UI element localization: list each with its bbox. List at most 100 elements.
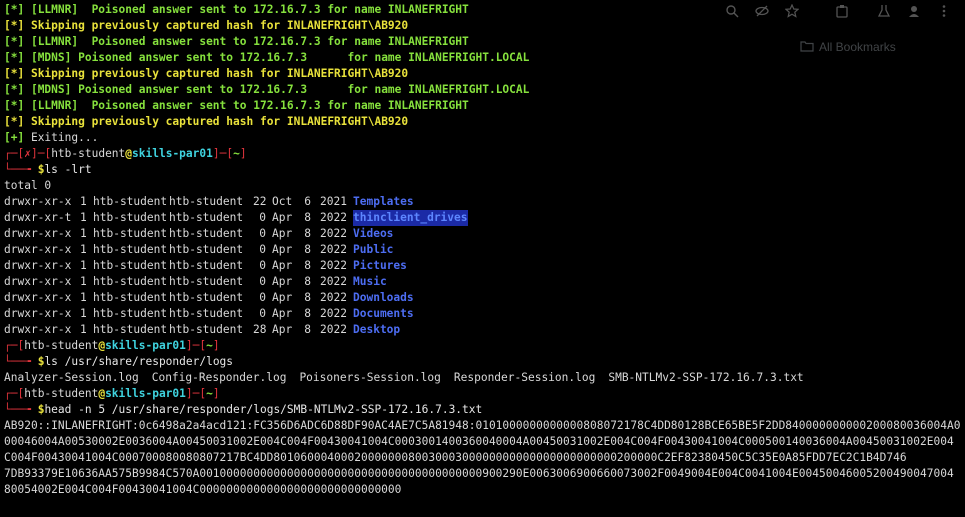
prompt-dir: ~ (233, 147, 240, 160)
prompt-end: ] (212, 339, 220, 352)
command-text[interactable]: ls /usr/share/responder/logs (44, 355, 233, 368)
responder-output-line: [*] [LLMNR] Poisoned answer sent to 172.… (4, 98, 960, 114)
command-line: └──╼ $ls /usr/share/responder/logs (4, 354, 960, 370)
profile-icon[interactable] (907, 4, 921, 18)
hash-output-line: 80054002E004C004F00430041004C00000000000… (4, 482, 960, 498)
listing-year: 2022 (320, 307, 347, 320)
zoom-icon[interactable] (725, 4, 739, 18)
directory-name[interactable]: Downloads (353, 290, 414, 306)
directory-name[interactable]: Pictures (353, 258, 407, 274)
listing-day: 8 (304, 323, 311, 336)
browser-toolbar-overlay: All Bookmarks (695, 0, 965, 62)
log-files-line: Analyzer-Session.log Config-Responder.log… (4, 370, 960, 386)
directory-listing-row: drwxr-xr-x 1 htb-student htb-student 0 Apr 8 20… (4, 258, 960, 274)
command-line: └──╼ $head -n 5 /usr/share/responder/log… (4, 402, 960, 418)
directory-listing-row: drwxr-xr-t 1 htb-student htb-student 0 Apr 8 20… (4, 210, 960, 226)
prompt-line: ┌─[✗]─[htb-student@skills-par01]─[~] (4, 146, 960, 162)
prompt-line: ┌─[htb-student@skills-par01]─[~] (4, 338, 960, 354)
listing-day: 8 (304, 243, 311, 256)
directory-name[interactable]: Public (353, 242, 393, 258)
directory-name[interactable]: Desktop (353, 322, 400, 338)
line-prefix: [*] (4, 19, 31, 32)
listing-owner: htb-student (93, 307, 168, 320)
eye-off-icon[interactable] (755, 4, 769, 18)
listing-size: 22 (253, 195, 267, 208)
prompt-corner: ┌─[ (4, 387, 25, 400)
prompt-sep: ]─[ (212, 147, 234, 160)
listing-links: 1 (80, 227, 87, 240)
star-icon[interactable] (785, 4, 799, 18)
line-prefix: [*] (4, 35, 31, 48)
listing-month: Apr (272, 307, 293, 320)
line-text: Exiting... (30, 131, 99, 144)
log-file-name[interactable]: Config-Responder.log (152, 371, 287, 384)
directory-listing-row: drwxr-xr-x 1 htb-student htb-student 0 Apr 8 20… (4, 274, 960, 290)
prompt-end: ] (212, 387, 220, 400)
log-file-name[interactable]: Poisoners-Session.log (299, 371, 440, 384)
command-text[interactable]: ls -lrt (44, 163, 91, 176)
line-text: [MDNS] Poisoned answer sent to 172.16.7.… (30, 83, 530, 96)
listing-group: htb-student (169, 195, 244, 208)
directory-name[interactable]: Templates (353, 194, 414, 210)
prompt-user: htb-student (24, 339, 99, 352)
line-text: Skipping previously captured hash for IN… (30, 67, 409, 80)
listing-size: 0 (259, 227, 266, 240)
hash-output-line: AB920::INLANEFRIGHT:0c6498a2a4acd121:FC3… (4, 418, 960, 434)
listing-perm: drwxr-xr-t (4, 211, 72, 224)
flask-icon[interactable] (877, 4, 891, 18)
listing-month: Apr (272, 275, 293, 288)
prompt-host: skills-par01 (105, 387, 186, 400)
directory-name[interactable]: Music (353, 274, 387, 290)
menu-icon[interactable] (937, 4, 951, 18)
listing-perm: drwxr-xr-x (4, 195, 72, 208)
terminal[interactable]: [*] [LLMNR] Poisoned answer sent to 172.… (4, 2, 960, 498)
directory-name[interactable]: thinclient_drives (353, 210, 468, 226)
log-file-name[interactable]: Analyzer-Session.log (4, 371, 139, 384)
listing-size: 0 (259, 291, 266, 304)
listing-year: 2022 (320, 275, 347, 288)
folder-icon (800, 41, 814, 52)
prompt-user: htb-student (51, 147, 126, 160)
listing-perm: drwxr-xr-x (4, 291, 72, 304)
extension-icon[interactable] (835, 4, 849, 18)
listing-links: 1 (80, 323, 87, 336)
listing-owner: htb-student (93, 291, 168, 304)
listing-perm: drwxr-xr-x (4, 243, 72, 256)
listing-group: htb-student (169, 259, 244, 272)
listing-year: 2022 (320, 243, 347, 256)
log-file-name[interactable]: SMB-NTLMv2-SSP-172.16.7.3.txt (608, 371, 803, 384)
directory-name[interactable]: Documents (353, 306, 414, 322)
prompt-corner: └──╼ (4, 403, 38, 416)
listing-year: 2022 (320, 291, 347, 304)
listing-size: 0 (259, 275, 266, 288)
prompt-sep: ]─[ (30, 147, 52, 160)
command-text[interactable]: head -n 5 /usr/share/responder/logs/SMB-… (44, 403, 482, 416)
listing-links: 1 (80, 243, 87, 256)
prompt-sep: ]─[ (185, 387, 207, 400)
listing-links: 1 (80, 211, 87, 224)
line-text: Skipping previously captured hash for IN… (30, 19, 409, 32)
prompt-fail-mark: ✗ (24, 147, 31, 160)
line-prefix: [*] (4, 3, 31, 16)
listing-day: 8 (304, 227, 311, 240)
line-text: [LLMNR] Poisoned answer sent to 172.16.7… (30, 35, 469, 48)
directory-listing-row: drwxr-xr-x 1 htb-student htb-student 22 Oct 6 2… (4, 194, 960, 210)
line-text: [LLMNR] Poisoned answer sent to 172.16.7… (30, 3, 469, 16)
listing-month: Apr (272, 211, 293, 224)
listing-owner: htb-student (93, 195, 168, 208)
hash-text: AB920::INLANEFRIGHT:0c6498a2a4acd121:FC3… (4, 419, 960, 432)
listing-links: 1 (80, 195, 87, 208)
command-line: └──╼ $ls -lrt (4, 162, 960, 178)
prompt-host: skills-par01 (132, 147, 213, 160)
directory-name[interactable]: Videos (353, 226, 393, 242)
all-bookmarks[interactable]: All Bookmarks (800, 40, 896, 54)
all-bookmarks-label: All Bookmarks (819, 40, 896, 54)
listing-size: 28 (253, 323, 267, 336)
line-prefix: [*] (4, 51, 31, 64)
directory-listing-row: drwxr-xr-x 1 htb-student htb-student 0 Apr 8 20… (4, 242, 960, 258)
log-file-name[interactable]: Responder-Session.log (454, 371, 595, 384)
line-prefix: [*] (4, 83, 31, 96)
listing-group: htb-student (169, 243, 244, 256)
listing-month: Apr (272, 259, 293, 272)
exiting-line: [+] Exiting... (4, 130, 960, 146)
